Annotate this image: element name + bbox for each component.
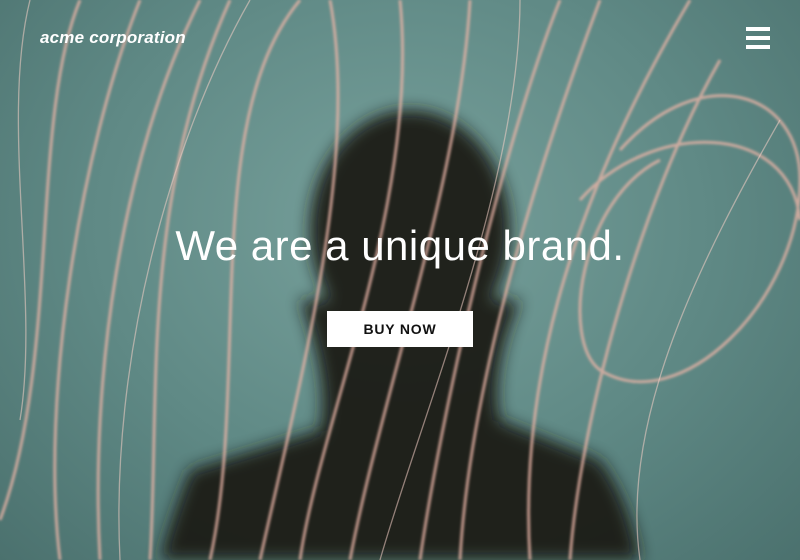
menu-bar: [746, 45, 770, 49]
buy-now-button[interactable]: BUY NOW: [327, 311, 473, 347]
brand-logo[interactable]: acme corporation: [40, 28, 186, 48]
hero-section: acme corporation We are a unique brand. …: [0, 0, 800, 560]
hamburger-menu-icon[interactable]: [746, 27, 770, 49]
menu-bar: [746, 36, 770, 40]
menu-bar: [746, 27, 770, 31]
hero-headline: We are a unique brand.: [175, 222, 625, 269]
hero-background-image: [0, 0, 800, 560]
